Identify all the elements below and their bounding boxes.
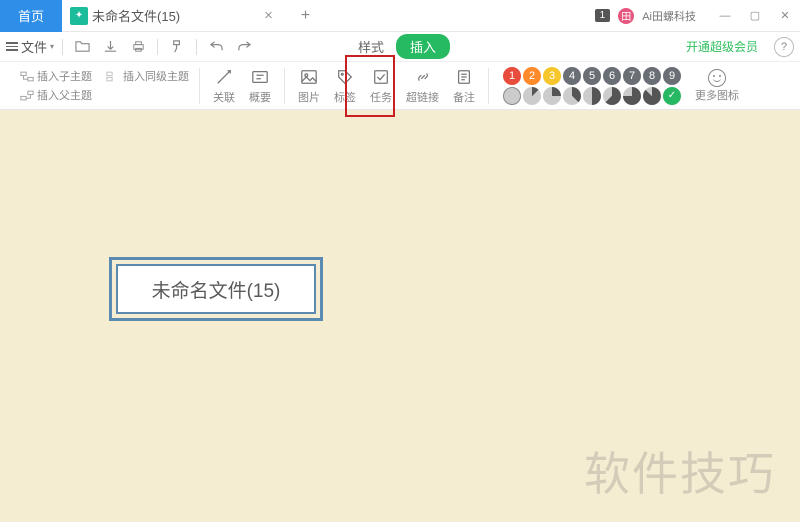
progress-37[interactable]: [563, 87, 581, 105]
child-topic-icon: [20, 71, 34, 82]
insert-sibling-topic[interactable]: 插入同级主题: [106, 68, 189, 84]
priority-9[interactable]: 9: [663, 67, 681, 85]
separator: [157, 39, 158, 55]
note-button[interactable]: 备注: [450, 67, 478, 105]
add-tab-button[interactable]: +: [301, 7, 310, 25]
root-node[interactable]: 未命名文件(15): [116, 264, 316, 314]
progress-87[interactable]: [643, 87, 661, 105]
document-title: 未命名文件(15): [92, 6, 180, 25]
progress-25[interactable]: [543, 87, 561, 105]
file-menu[interactable]: 文件 ▾: [6, 37, 54, 56]
redo-button[interactable]: [233, 36, 255, 58]
chevron-down-icon: ▾: [50, 42, 54, 51]
maximize-button[interactable]: ▢: [746, 7, 764, 25]
task-icon: [371, 67, 391, 87]
priority-2[interactable]: 2: [523, 67, 541, 85]
close-window-button[interactable]: ✕: [776, 7, 794, 25]
relation-icon: [214, 67, 234, 87]
more-icons-button[interactable]: 更多图标: [695, 69, 739, 103]
separator: [196, 39, 197, 55]
insert-tab[interactable]: 插入: [396, 34, 450, 59]
progress-100[interactable]: ✓: [663, 87, 681, 105]
task-button[interactable]: 任务: [367, 67, 395, 105]
mindmap-canvas[interactable]: 未命名文件(15) 软件技巧: [0, 110, 800, 522]
note-icon: [454, 67, 474, 87]
progress-62[interactable]: [603, 87, 621, 105]
separator: [199, 68, 200, 104]
priority-1[interactable]: 1: [503, 67, 521, 85]
print-button[interactable]: [127, 36, 149, 58]
notification-badge[interactable]: 1: [595, 9, 611, 22]
progress-icons: ✓: [503, 87, 681, 105]
watermark: 软件技巧: [584, 438, 776, 504]
priority-5[interactable]: 5: [583, 67, 601, 85]
progress-50[interactable]: [583, 87, 601, 105]
hamburger-icon: [6, 42, 18, 51]
image-button[interactable]: 图片: [295, 67, 323, 105]
undo-button[interactable]: [205, 36, 227, 58]
user-name: Ai田螺科技: [642, 8, 696, 24]
minimize-button[interactable]: —: [716, 7, 734, 25]
relation-button[interactable]: 关联: [210, 67, 238, 105]
link-icon: [413, 67, 433, 87]
open-folder-button[interactable]: [71, 36, 93, 58]
priority-4[interactable]: 4: [563, 67, 581, 85]
smiley-icon: [708, 69, 726, 87]
priority-badges: 123456789: [503, 67, 681, 85]
priority-3[interactable]: 3: [543, 67, 561, 85]
sibling-topic-icon: [106, 71, 120, 82]
insert-child-topic[interactable]: 插入子主题: [20, 68, 92, 84]
priority-8[interactable]: 8: [643, 67, 661, 85]
parent-topic-icon: [20, 90, 34, 101]
image-icon: [299, 67, 319, 87]
tag-icon: [335, 67, 355, 87]
insert-parent-topic[interactable]: 插入父主题: [20, 87, 92, 103]
close-tab-button[interactable]: ×: [264, 7, 273, 24]
hyperlink-button[interactable]: 超链接: [403, 67, 442, 105]
home-tab[interactable]: 首页: [0, 0, 62, 32]
help-button[interactable]: ?: [774, 37, 794, 57]
separator: [284, 68, 285, 104]
vip-link[interactable]: 开通超级会员: [686, 38, 758, 55]
priority-6[interactable]: 6: [603, 67, 621, 85]
user-avatar[interactable]: 田: [618, 8, 634, 24]
format-painter-button[interactable]: [166, 36, 188, 58]
summary-icon: [250, 67, 270, 87]
separator: [62, 39, 63, 55]
root-node-text: 未命名文件(15): [152, 276, 281, 303]
style-tab[interactable]: 样式: [350, 35, 392, 58]
document-tab[interactable]: ✦ 未命名文件(15) ×: [64, 0, 281, 32]
progress-0[interactable]: [503, 87, 521, 105]
progress-75[interactable]: [623, 87, 641, 105]
save-button[interactable]: [99, 36, 121, 58]
separator: [488, 68, 489, 104]
progress-12[interactable]: [523, 87, 541, 105]
tag-button[interactable]: 标签: [331, 67, 359, 105]
priority-7[interactable]: 7: [623, 67, 641, 85]
file-label: 文件: [21, 37, 47, 56]
mindmap-icon: ✦: [70, 7, 88, 25]
summary-button[interactable]: 概要: [246, 67, 274, 105]
